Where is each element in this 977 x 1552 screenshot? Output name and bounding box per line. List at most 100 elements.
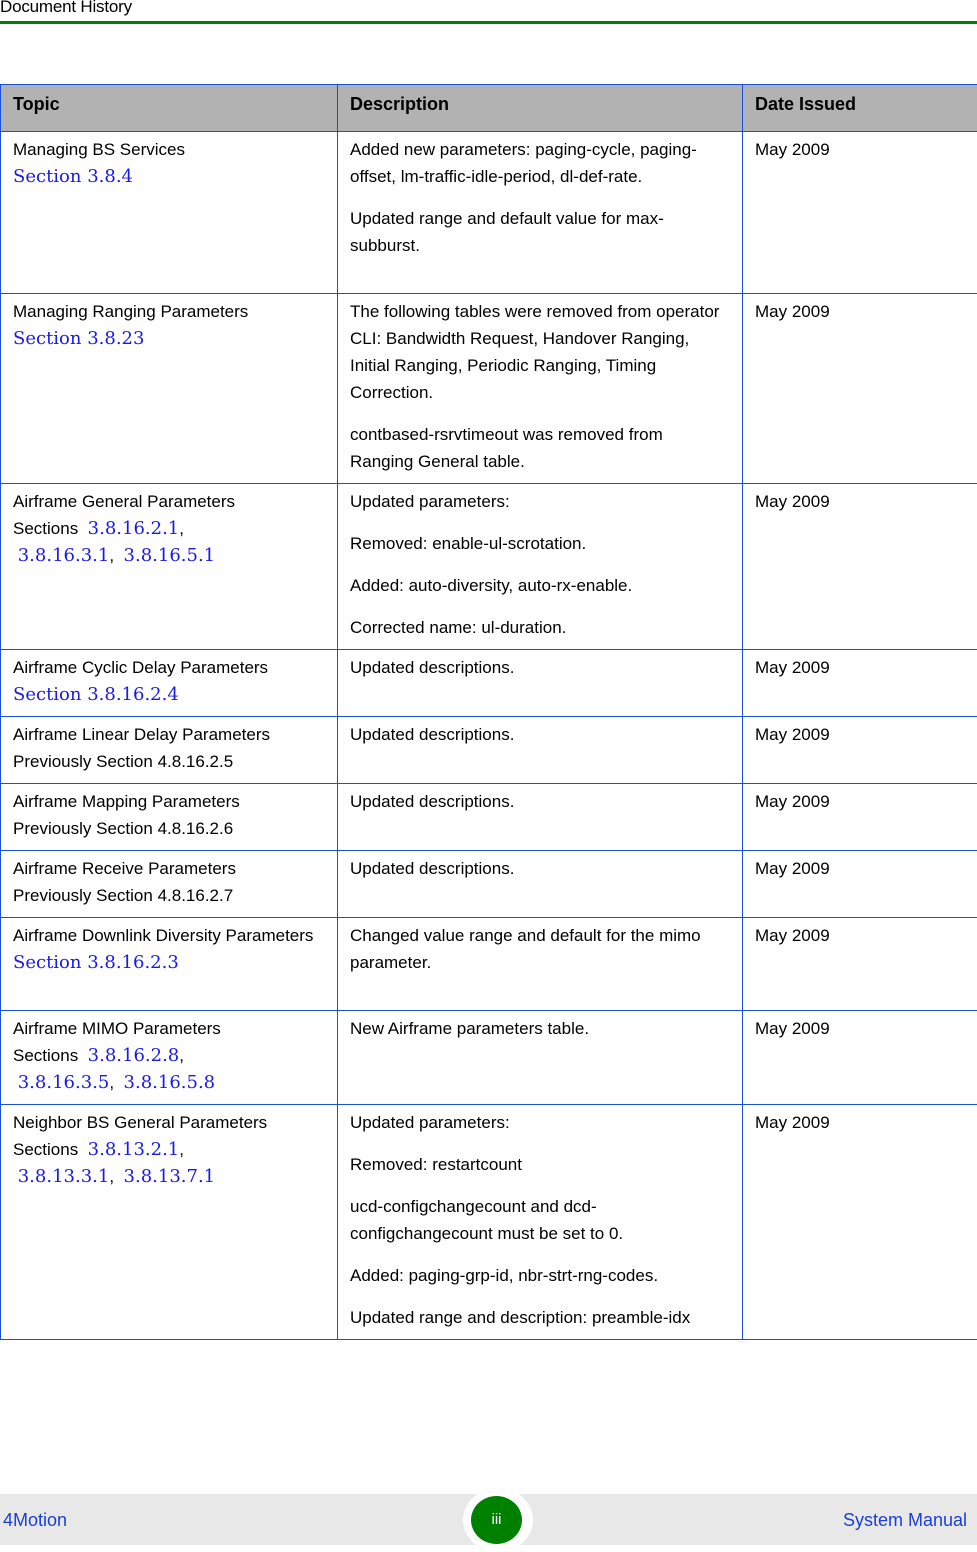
date-issued-cell: May 2009	[743, 1105, 977, 1340]
description-cell: Updated descriptions.	[338, 717, 743, 784]
topic-cell: Airframe Downlink Diversity Parameters Se…	[1, 918, 338, 1011]
description-cell: Updated descriptions.	[338, 851, 743, 918]
topic-cell: Neighbor BS General ParametersSections 3…	[1, 1105, 338, 1340]
topic-cell: Airframe Receive ParametersPreviously Se…	[1, 851, 338, 918]
section-references: Section 3.8.16.2.4	[13, 681, 325, 708]
topic-title: Airframe Receive Parameters	[13, 855, 325, 882]
description-paragraph: The following tables were removed from o…	[350, 298, 730, 406]
description-paragraph: Removed: restartcount	[350, 1151, 730, 1178]
description-paragraph: Updated descriptions.	[350, 721, 730, 748]
section-link[interactable]: Section 3.8.4	[13, 166, 133, 187]
section-link[interactable]: 3.8.16.2.1	[88, 518, 180, 539]
table-row: Managing Ranging Parameters Section 3.8.2…	[1, 294, 977, 484]
description-paragraph: contbased-rsrvtimeout was removed from R…	[350, 421, 730, 475]
date-issued-cell: May 2009	[743, 484, 977, 650]
table-row: Airframe Receive ParametersPreviously Se…	[1, 851, 977, 918]
page-footer: 4Motion iii System Manual	[0, 1494, 977, 1545]
description-paragraph: Updated parameters:	[350, 1109, 730, 1136]
section-references: Sections 3.8.16.2.8, 3.8.16.3.5, 3.8.16.…	[13, 1042, 325, 1096]
date-issued-cell: May 2009	[743, 1011, 977, 1105]
description-paragraph: Updated range and description: preamble-…	[350, 1304, 730, 1331]
date-issued-cell: May 2009	[743, 851, 977, 918]
topic-note: Previously Section 4.8.16.2.7	[13, 882, 325, 909]
table-row: Neighbor BS General ParametersSections 3…	[1, 1105, 977, 1340]
topic-title: Airframe Downlink Diversity Parameters	[13, 922, 325, 949]
section-link[interactable]: Section 3.8.23	[13, 328, 144, 349]
table-row: Managing BS Services Section 3.8.4 Added n…	[1, 132, 977, 294]
description-paragraph: New Airframe parameters table.	[350, 1015, 730, 1042]
description-paragraph: Added new parameters: paging-cycle, pagi…	[350, 136, 730, 190]
section-link[interactable]: 3.8.16.3.1	[18, 545, 110, 566]
date-issued-cell: May 2009	[743, 132, 977, 294]
description-paragraph: Changed value range and default for the …	[350, 922, 730, 976]
sections-prefix: Sections	[13, 519, 78, 538]
topic-cell: Airframe MIMO ParametersSections 3.8.16.…	[1, 1011, 338, 1105]
section-link[interactable]: 3.8.16.3.5	[18, 1072, 110, 1093]
description-paragraph: Updated descriptions.	[350, 654, 730, 681]
topic-title: Airframe MIMO Parameters	[13, 1015, 325, 1042]
section-references: Section 3.8.23	[13, 325, 325, 352]
sections-prefix: Sections	[13, 1140, 78, 1159]
description-cell: Changed value range and default for the …	[338, 918, 743, 1011]
description-paragraph: Updated descriptions.	[350, 788, 730, 815]
date-issued-cell: May 2009	[743, 294, 977, 484]
description-paragraph: Added: paging-grp-id, nbr-strt-rng-codes…	[350, 1262, 730, 1289]
section-link[interactable]: 3.8.16.5.8	[124, 1072, 216, 1093]
description-cell: New Airframe parameters table.	[338, 1011, 743, 1105]
topic-title: Airframe General Parameters	[13, 488, 325, 515]
topic-cell: Airframe Linear Delay ParametersPrevious…	[1, 717, 338, 784]
description-paragraph: Updated parameters:	[350, 488, 730, 515]
table-row: Airframe Downlink Diversity Parameters Se…	[1, 918, 977, 1011]
table-row: Airframe Linear Delay ParametersPrevious…	[1, 717, 977, 784]
sections-prefix: Sections	[13, 1046, 78, 1065]
description-paragraph: Removed: enable-ul-scrotation.	[350, 530, 730, 557]
section-link[interactable]: 3.8.13.7.1	[124, 1166, 216, 1187]
section-link[interactable]: 3.8.16.2.8	[88, 1045, 180, 1066]
header-divider	[0, 21, 977, 24]
topic-cell: Airframe Mapping ParametersPreviously Se…	[1, 784, 338, 851]
topic-cell: Airframe Cyclic Delay Parameters Section …	[1, 650, 338, 717]
footer-product-name: 4Motion	[3, 1510, 67, 1531]
date-issued-cell: May 2009	[743, 918, 977, 1011]
footer-document-name: System Manual	[843, 1510, 967, 1531]
section-references: Sections 3.8.13.2.1, 3.8.13.3.1, 3.8.13.…	[13, 1136, 325, 1190]
description-cell: Updated descriptions.	[338, 650, 743, 717]
description-cell: Added new parameters: paging-cycle, pagi…	[338, 132, 743, 294]
section-link[interactable]: Section 3.8.16.2.3	[13, 952, 179, 973]
column-header-description: Description	[338, 85, 743, 132]
topic-title: Managing BS Services	[13, 136, 325, 163]
date-issued-cell: May 2009	[743, 717, 977, 784]
table-header-row: Topic Description Date Issued	[1, 85, 977, 132]
table-row: Airframe Mapping ParametersPreviously Se…	[1, 784, 977, 851]
description-paragraph: Added: auto-diversity, auto-rx-enable.	[350, 572, 730, 599]
section-references: Section 3.8.16.2.3	[13, 949, 325, 976]
description-cell: Updated descriptions.	[338, 784, 743, 851]
topic-title: Airframe Cyclic Delay Parameters	[13, 654, 325, 681]
section-link[interactable]: 3.8.16.5.1	[124, 545, 216, 566]
date-issued-cell: May 2009	[743, 650, 977, 717]
date-issued-cell: May 2009	[743, 784, 977, 851]
section-link[interactable]: 3.8.13.3.1	[18, 1166, 110, 1187]
section-link[interactable]: Section 3.8.16.2.4	[13, 684, 179, 705]
topic-title: Managing Ranging Parameters	[13, 298, 325, 325]
description-cell: Updated parameters: Removed: enable-ul-sc…	[338, 484, 743, 650]
section-references: Sections 3.8.16.2.1, 3.8.16.3.1, 3.8.16.…	[13, 515, 325, 569]
section-link[interactable]: 3.8.13.2.1	[88, 1139, 180, 1160]
table-row: Airframe Cyclic Delay Parameters Section …	[1, 650, 977, 717]
topic-title: Neighbor BS General Parameters	[13, 1109, 325, 1136]
section-references: Section 3.8.4	[13, 163, 325, 190]
description-paragraph: Updated descriptions.	[350, 855, 730, 882]
description-paragraph: Updated range and default value for max-…	[350, 205, 730, 259]
topic-cell: Managing Ranging Parameters Section 3.8.2…	[1, 294, 338, 484]
page-number-badge: iii	[471, 1496, 522, 1544]
topic-note: Previously Section 4.8.16.2.6	[13, 815, 325, 842]
document-history-table: Topic Description Date Issued Managing B…	[0, 84, 977, 1340]
table-body: Managing BS Services Section 3.8.4 Added n…	[1, 132, 977, 1340]
topic-cell: Managing BS Services Section 3.8.4	[1, 132, 338, 294]
description-paragraph: Corrected name: ul-duration.	[350, 614, 730, 641]
table-row: Airframe MIMO ParametersSections 3.8.16.…	[1, 1011, 977, 1105]
description-cell: The following tables were removed from o…	[338, 294, 743, 484]
page-title: Document History	[0, 0, 132, 17]
topic-title: Airframe Linear Delay Parameters	[13, 721, 325, 748]
column-header-date: Date Issued	[743, 85, 977, 132]
